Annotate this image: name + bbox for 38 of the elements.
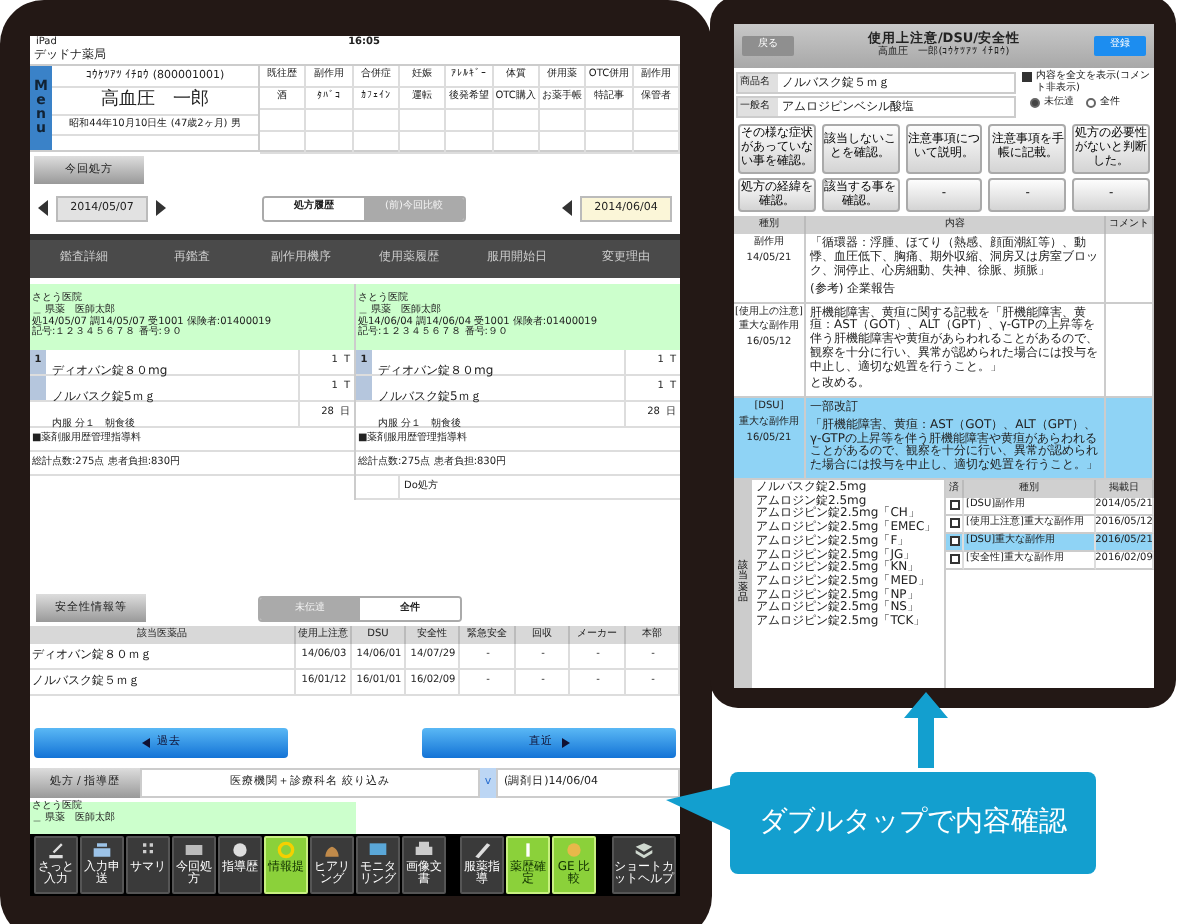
checkbox[interactable] [1022,72,1032,82]
empty-cell [353,132,400,154]
checkbox[interactable] [949,554,959,565]
empty-cell [633,132,680,154]
up-arrow-icon [904,692,948,768]
circle-icon [230,840,250,860]
checkbox[interactable] [949,500,959,511]
empty-cell [493,132,540,154]
empty-cell [586,132,634,154]
radio-button[interactable] [1086,98,1096,109]
previous-icon[interactable] [38,200,48,216]
previous-icon[interactable] [562,200,572,216]
radio-button[interactable] [1030,98,1040,109]
empty-cell [540,132,587,154]
card-icon [184,840,204,860]
empty-cell [446,132,494,154]
empty-cell [400,132,447,154]
tray-icon [92,840,112,860]
comment-cell[interactable] [1106,398,1154,480]
pencil-icon [46,840,66,860]
rp-number-cell [30,376,46,400]
checkbox[interactable] [949,536,959,547]
pen-icon [472,840,492,860]
checkbox[interactable] [949,518,959,529]
previous-icon [141,738,149,748]
next-icon [561,738,569,748]
comment-cell[interactable] [1106,234,1154,304]
rp-number-cell [356,376,372,400]
monitor-icon [368,840,388,860]
printer-icon [414,840,434,860]
next-icon[interactable] [156,200,166,216]
comment-cell[interactable] [1106,303,1154,399]
callout-bubble: ダブルタップで内容確認 [730,772,1096,874]
empty-cell [306,132,354,154]
coin-icon [564,840,584,860]
patient-name: 高血圧 一郎 [101,90,209,112]
empty-cell [260,132,307,154]
ring-icon [276,840,296,860]
